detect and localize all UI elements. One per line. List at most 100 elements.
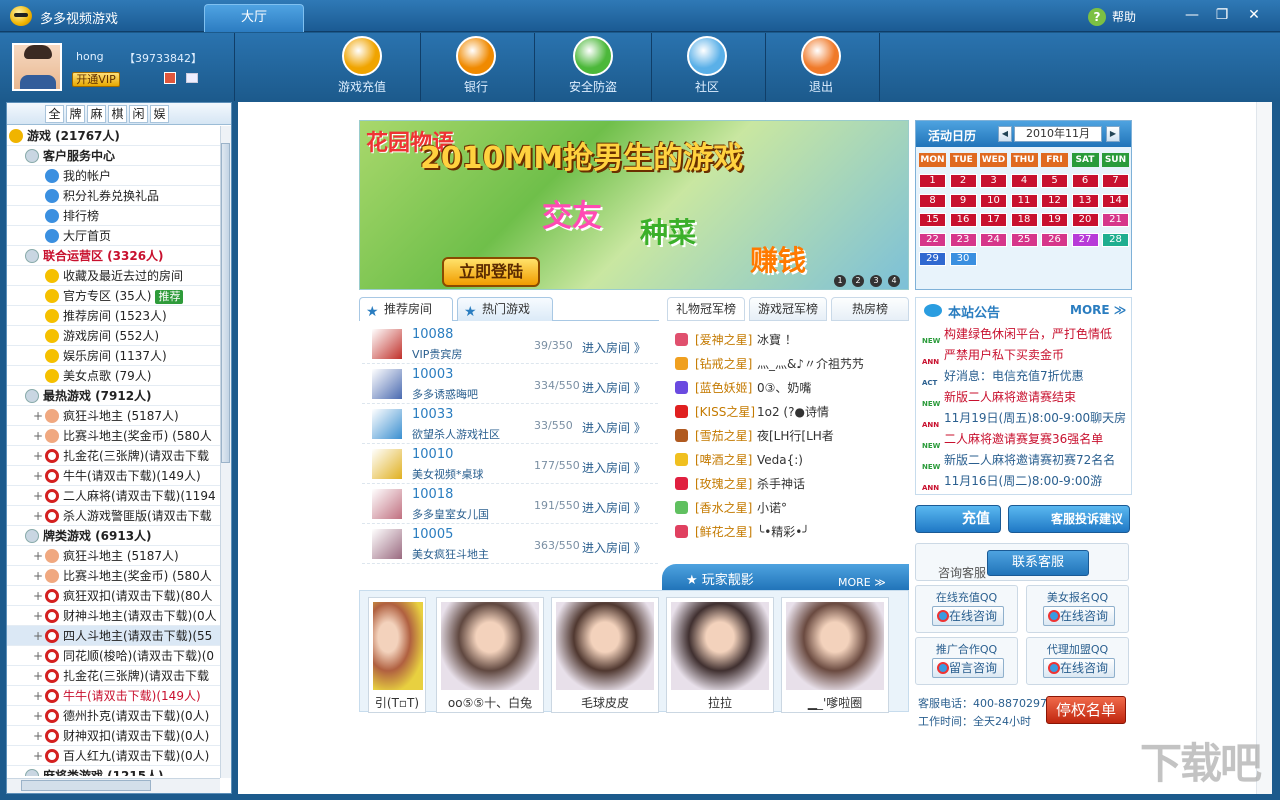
category-tab[interactable]: 麻: [87, 105, 106, 123]
contact-service-button[interactable]: 联系客服: [987, 550, 1089, 576]
rank-row[interactable]: [鲜花之星] ╰•精彩•╯: [667, 520, 909, 544]
tree-item[interactable]: + 百人红九(请双击下载)(0人): [7, 746, 220, 766]
calendar-day[interactable]: 24: [980, 232, 1007, 247]
notice-item[interactable]: ANN 严禁用户私下买卖金币: [920, 345, 1130, 366]
calendar-day[interactable]: 18: [1010, 213, 1038, 227]
tree-item[interactable]: + 德州扑克(请双击下载)(0人): [7, 706, 220, 726]
tree-item[interactable]: 推荐房间 (1523人): [7, 306, 220, 326]
rank-row[interactable]: [钻戒之星] 灬_灬&♪〃介祖艿艿: [667, 352, 909, 376]
banner-dot[interactable]: 2: [852, 275, 864, 287]
main-scrollbar[interactable]: [1256, 102, 1272, 794]
charge-button[interactable]: 充值: [915, 505, 1001, 533]
enter-room-link[interactable]: 进入房间 》: [582, 499, 646, 516]
calendar-day[interactable]: 16: [949, 213, 977, 227]
open-vip-button[interactable]: 开通VIP: [72, 72, 120, 87]
banner-login-button[interactable]: 立即登陆: [442, 257, 540, 287]
calendar-day[interactable]: 13: [1071, 193, 1099, 208]
toolbar-duo-coin-button[interactable]: 游戏充值: [322, 36, 402, 98]
expand-plus-icon[interactable]: +: [33, 606, 43, 625]
notice-item[interactable]: ACT 好消息：电信充值7折优惠: [920, 366, 1130, 387]
tree-item[interactable]: 排行榜: [7, 206, 220, 226]
minimize-button[interactable]: —: [1178, 4, 1206, 26]
calendar-day[interactable]: 6: [1071, 174, 1099, 188]
tab-hot-games[interactable]: ★ 热门游戏: [457, 297, 553, 321]
calendar-day[interactable]: 12: [1041, 193, 1068, 208]
tab-game-champion[interactable]: 游戏冠军榜: [749, 297, 827, 321]
tree-item[interactable]: 牌类游戏 (6913人): [7, 526, 220, 546]
room-row[interactable]: 10018 多多皇室女儿国 191/550 进入房间 》: [362, 484, 658, 524]
tree-item[interactable]: 游戏 (21767人): [7, 126, 220, 146]
tree-item[interactable]: + 牛牛(请双击下载)(149人): [7, 466, 220, 486]
expand-plus-icon[interactable]: +: [33, 706, 43, 725]
calendar-day[interactable]: 15: [919, 213, 946, 227]
notice-item[interactable]: NEW 新版二人麻将邀请赛初赛72名名: [920, 450, 1130, 471]
toolbar-lock-button[interactable]: 安全防盗: [553, 36, 633, 98]
toolbar-safe-button[interactable]: 银行: [436, 36, 516, 98]
vertical-scroll-thumb[interactable]: [221, 143, 230, 463]
expand-plus-icon[interactable]: +: [33, 486, 43, 505]
player-photo-card[interactable]: 拉拉: [666, 597, 774, 713]
tree-item[interactable]: + 扎金花(三张牌)(请双击下载: [7, 446, 220, 466]
expand-plus-icon[interactable]: +: [33, 646, 43, 665]
category-tab[interactable]: 棋: [108, 105, 127, 123]
calendar-day[interactable]: 20: [1071, 213, 1099, 227]
calendar-day[interactable]: 23: [949, 232, 977, 247]
calendar-day[interactable]: 4: [1010, 174, 1038, 188]
calendar-day[interactable]: 19: [1041, 213, 1068, 227]
player-photo-card[interactable]: 毛球皮皮: [551, 597, 659, 713]
tree-item[interactable]: + 疯狂斗地主 (5187人): [7, 406, 220, 426]
expand-plus-icon[interactable]: +: [33, 566, 43, 585]
expand-plus-icon[interactable]: +: [33, 586, 43, 605]
enter-room-link[interactable]: 进入房间 》: [582, 459, 646, 476]
calendar-day[interactable]: 30: [949, 252, 977, 266]
prev-month-icon[interactable]: ◀: [998, 126, 1012, 142]
help-button[interactable]: ? 帮助: [1088, 7, 1136, 27]
expand-plus-icon[interactable]: +: [33, 726, 43, 745]
complaint-button[interactable]: 客服投诉建议: [1008, 505, 1130, 533]
banned-list-button[interactable]: 停权名单: [1046, 696, 1126, 724]
calendar-day[interactable]: 25: [1010, 232, 1038, 247]
tree-item[interactable]: + 比赛斗地主(奖金币) (580人: [7, 426, 220, 446]
mail-icon[interactable]: [186, 73, 198, 83]
toolbar-chat-bubble-button[interactable]: 社区: [667, 36, 747, 98]
calendar-day[interactable]: 9: [949, 193, 977, 208]
rank-row[interactable]: [KISS之星] 1o2 (?●诗情: [667, 400, 909, 424]
tree-item[interactable]: 大厅首页: [7, 226, 220, 246]
enter-room-link[interactable]: 进入房间 》: [582, 379, 646, 396]
banner-dot[interactable]: 3: [870, 275, 882, 287]
expand-plus-icon[interactable]: +: [33, 466, 43, 485]
category-tab[interactable]: 娱: [150, 105, 169, 123]
rank-row[interactable]: [蓝色妖姬] 0③、奶嘴: [667, 376, 909, 400]
calendar-day[interactable]: 1: [919, 174, 946, 188]
calendar-day[interactable]: 21: [1102, 213, 1129, 227]
horizontal-scroll-thumb[interactable]: [21, 780, 151, 791]
room-row[interactable]: 10005 美女疯狂斗地主 363/550 进入房间 》: [362, 524, 658, 564]
qq-consult-button[interactable]: 在线咨询: [932, 606, 1004, 626]
enter-room-link[interactable]: 进入房间 》: [582, 539, 646, 556]
calendar-day[interactable]: 29: [919, 252, 946, 266]
maximize-button[interactable]: ❐: [1208, 4, 1236, 26]
tree-item[interactable]: 官方专区 (35人) 推荐: [7, 286, 220, 306]
toolbar-exit-door-button[interactable]: 退出: [781, 36, 861, 98]
player-photos-more-link[interactable]: MORE ≫: [838, 576, 886, 589]
tree-item[interactable]: + 同花顺(梭哈)(请双击下载)(0: [7, 646, 220, 666]
tree-item[interactable]: + 财神斗地主(请双击下载)(0人: [7, 606, 220, 626]
notice-item[interactable]: ANN 11月19日(周五)8:00-9:00聊天房: [920, 408, 1130, 429]
promo-banner[interactable]: 花园物语 2010MM抢男生的游戏 交友 种菜 赚钱 立即登陆 1 2 3 4: [359, 120, 909, 290]
tree-item[interactable]: + 二人麻将(请双击下载)(1194: [7, 486, 220, 506]
tab-hot-rooms[interactable]: 热房榜: [831, 297, 909, 321]
tree-item[interactable]: 联合运营区 (3326人): [7, 246, 220, 266]
room-row[interactable]: 10003 多多诱惑晦吧 334/550 进入房间 》: [362, 364, 658, 404]
calendar-day[interactable]: 26: [1041, 232, 1068, 247]
next-month-icon[interactable]: ▶: [1106, 126, 1120, 142]
expand-plus-icon[interactable]: +: [33, 686, 43, 705]
rank-row[interactable]: [爱神之星] 冰寶 ！: [667, 328, 909, 352]
notice-item[interactable]: NEW 二人麻将邀请赛复赛36强名单: [920, 429, 1130, 450]
player-photo-card[interactable]: oo⑤⑤十、白兔: [436, 597, 544, 713]
tree-item[interactable]: + 扎金花(三张牌)(请双击下载: [7, 666, 220, 686]
qq-consult-button[interactable]: 留言咨询: [932, 658, 1004, 678]
calendar-day[interactable]: 28: [1102, 232, 1129, 247]
tab-gift-champion[interactable]: 礼物冠军榜: [667, 297, 745, 321]
category-tab[interactable]: 闲: [129, 105, 148, 123]
tree-item[interactable]: + 四人斗地主(请双击下载)(55: [7, 626, 220, 646]
